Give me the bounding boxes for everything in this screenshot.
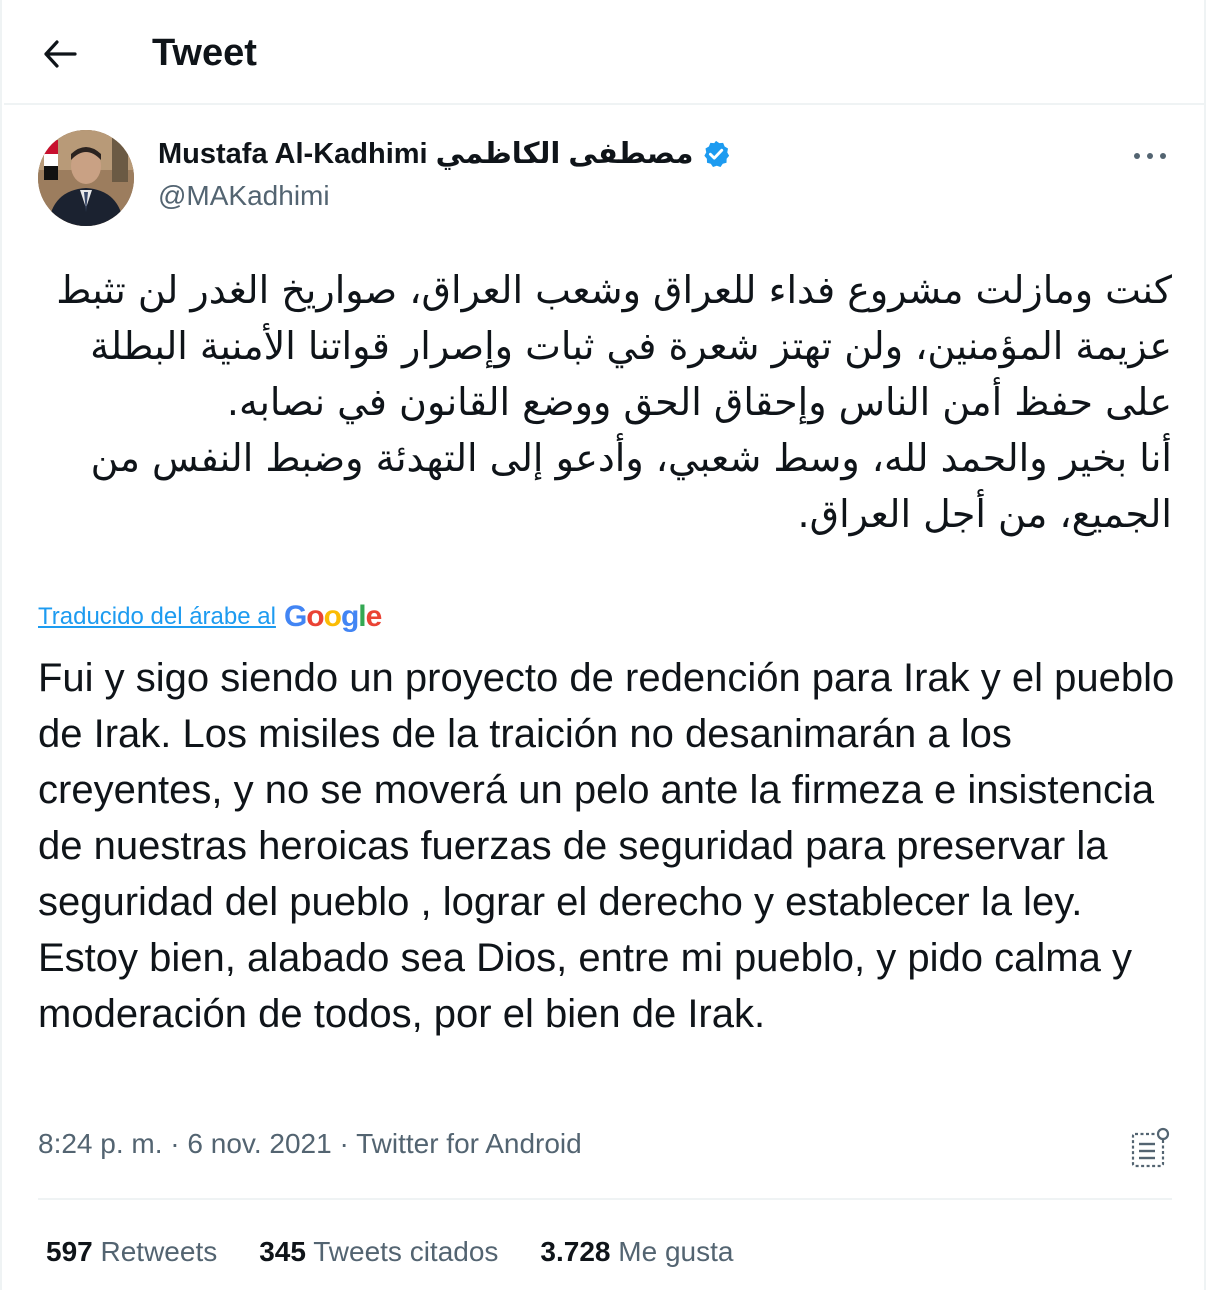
likes-label: Me gusta: [618, 1236, 734, 1267]
quotes-label: Tweets citados: [313, 1236, 499, 1267]
retweets-label: Retweets: [100, 1236, 218, 1267]
tweet-page: Tweet Mustafa Al-Kadhimi مصطفى الكاظمي @…: [0, 0, 1206, 1290]
google-logo: Google: [283, 600, 382, 633]
back-button[interactable]: [30, 28, 90, 80]
retweets-stat[interactable]: 597 Retweets: [46, 1236, 217, 1268]
tweet-time[interactable]: 8:24 p. m.: [38, 1128, 163, 1159]
page-header: Tweet: [4, 0, 1204, 105]
likes-stat[interactable]: 3.728 Me gusta: [540, 1236, 733, 1268]
stats-divider: [38, 1198, 1172, 1200]
analytics-icon: [1131, 1127, 1170, 1168]
likes-count: 3.728: [540, 1236, 611, 1267]
tweet-stats: 597 Retweets 345 Tweets citados 3.728 Me…: [46, 1236, 733, 1268]
author-name-text: Mustafa Al-Kadhimi مصطفى الكاظمي: [158, 138, 694, 170]
author-handle[interactable]: @MAKadhimi: [158, 180, 330, 212]
more-options-button[interactable]: [1126, 136, 1174, 176]
quotes-count: 345: [259, 1236, 306, 1267]
avatar[interactable]: [38, 130, 134, 226]
author-name[interactable]: Mustafa Al-Kadhimi مصطفى الكاظمي: [158, 136, 731, 171]
tweet-translated-text: Fui y sigo siendo un proyecto de redenci…: [38, 656, 1175, 1036]
analytics-button[interactable]: [1128, 1126, 1172, 1170]
retweets-count: 597: [46, 1236, 93, 1267]
more-horizontal-icon: [1134, 153, 1166, 159]
avatar-image: [38, 130, 134, 226]
verified-badge-icon: [704, 140, 730, 167]
translation-attribution: Traducido del árabe al Google: [38, 600, 382, 634]
tweet-source[interactable]: Twitter for Android: [356, 1128, 582, 1159]
arrow-left-icon: [44, 40, 77, 68]
tweet-timestamp: 8:24 p. m. · 6 nov. 2021 · Twitter for A…: [38, 1128, 582, 1160]
tweet-original-text: كنت ومازلت مشروع فداء للعراق وشعب العراق…: [56, 268, 1172, 536]
translated-by-link[interactable]: Traducido del árabe al: [38, 603, 276, 631]
meta-separator: ·: [170, 1128, 180, 1159]
quote-tweets-stat[interactable]: 345 Tweets citados: [259, 1236, 498, 1268]
meta-separator: ·: [339, 1128, 349, 1159]
tweet-date[interactable]: 6 nov. 2021: [187, 1128, 331, 1159]
page-title: Tweet: [152, 32, 257, 74]
